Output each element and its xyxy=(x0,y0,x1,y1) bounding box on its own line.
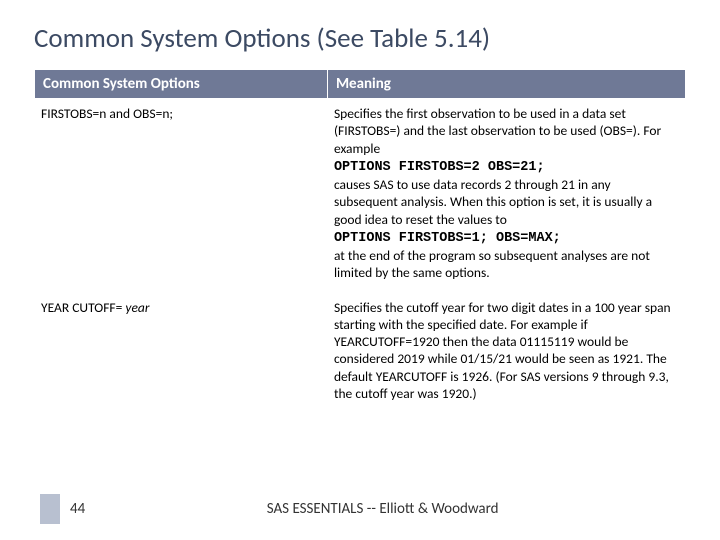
header-meaning: Meaning xyxy=(327,70,685,99)
table-row: FIRSTOBS=n and OBS=n; Specifies the firs… xyxy=(35,99,686,293)
cell-option: YEAR CUTOFF= year xyxy=(35,292,328,413)
code-sample: OPTIONS FIRSTOBS=1; OBS=MAX; xyxy=(334,231,561,246)
header-option: Common System Options xyxy=(35,70,328,99)
option-text: YEAR CUTOFF= xyxy=(41,299,125,316)
table-header-row: Common System Options Meaning xyxy=(35,70,686,99)
slide-container: Common System Options (See Table 5.14) C… xyxy=(0,0,720,540)
meaning-text: Specifies the first observation to be us… xyxy=(334,105,661,157)
slide-title: Common System Options (See Table 5.14) xyxy=(34,22,686,55)
table-row: YEAR CUTOFF= year Specifies the cutoff y… xyxy=(35,292,686,413)
options-table: Common System Options Meaning FIRSTOBS=n… xyxy=(34,69,686,413)
cell-option: FIRSTOBS=n and OBS=n; xyxy=(35,99,328,293)
cell-meaning: Specifies the cutoff year for two digit … xyxy=(327,292,685,413)
slide-footer: 44 SAS ESSENTIALS -- Elliott & Woodward xyxy=(0,494,720,524)
footer-credit: SAS ESSENTIALS -- Elliott & Woodward xyxy=(45,500,720,518)
option-italic: year xyxy=(125,299,149,316)
meaning-text: at the end of the program so subsequent … xyxy=(334,247,650,281)
cell-meaning: Specifies the first observation to be us… xyxy=(327,99,685,293)
meaning-text: causes SAS to use data records 2 through… xyxy=(334,176,652,228)
code-sample: OPTIONS FIRSTOBS=2 OBS=21; xyxy=(334,160,545,175)
